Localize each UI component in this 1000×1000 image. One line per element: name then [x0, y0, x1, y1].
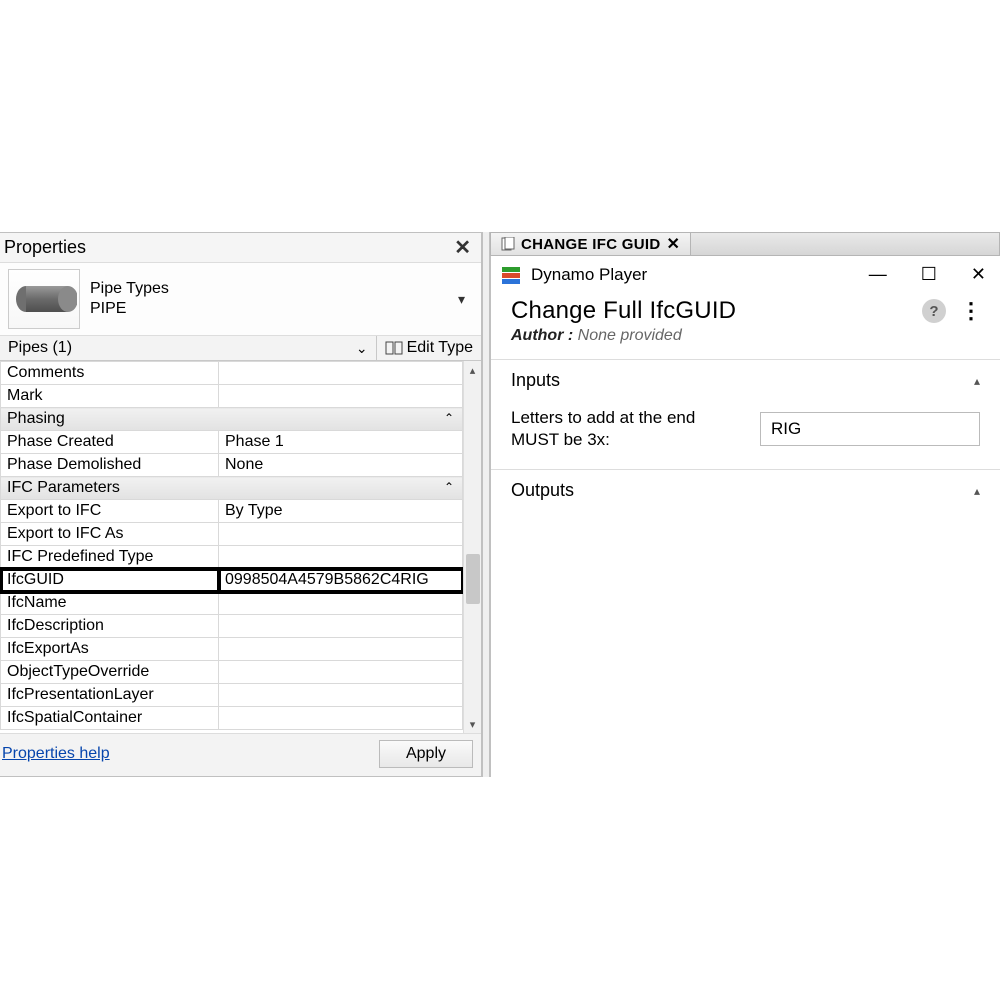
dynamo-logo-icon	[501, 265, 521, 285]
inputs-header[interactable]: Inputs ▴	[491, 360, 1000, 401]
properties-help-link[interactable]: Properties help	[2, 745, 110, 763]
table-row: IfcSpatialContainer	[1, 707, 463, 730]
tab-bar: CHANGE IFC GUID ✕	[490, 232, 1000, 256]
table-row: Phase DemolishedNone	[1, 454, 463, 477]
edit-type-button[interactable]: Edit Type	[377, 336, 481, 360]
table-row: IfcDescription	[1, 615, 463, 638]
edit-type-icon	[385, 339, 403, 357]
scrollbar[interactable]: ▴ ▾	[463, 361, 481, 733]
table-row: IfcExportAs	[1, 638, 463, 661]
element-filter-dropdown[interactable]: Pipes (1) ⌄	[0, 336, 377, 360]
author-line: Author : None provided	[491, 327, 1000, 359]
maximize-icon[interactable]: ☐	[921, 264, 937, 285]
close-icon[interactable]: ✕	[971, 264, 986, 285]
outputs-header[interactable]: Outputs ▴	[491, 470, 1000, 511]
table-row: Phase CreatedPhase 1	[1, 431, 463, 454]
chevron-up-icon: ▴	[974, 374, 980, 388]
tab-change-ifc-guid[interactable]: CHANGE IFC GUID ✕	[491, 233, 691, 255]
properties-grid: Comments Mark Phasing⌃ Phase CreatedPhas…	[0, 361, 463, 733]
script-title: Change Full IfcGUID	[511, 297, 922, 325]
chevron-up-icon: ▴	[974, 484, 980, 498]
table-row: Comments	[1, 362, 463, 385]
type-selector[interactable]: Pipe Types PIPE ▾	[0, 262, 481, 336]
group-header-phasing[interactable]: Phasing⌃	[1, 408, 463, 431]
window-title: Dynamo Player	[531, 265, 647, 285]
panel-divider[interactable]	[482, 232, 490, 777]
document-icon	[501, 237, 515, 251]
properties-panel: Properties ✕	[0, 232, 482, 777]
type-name-label: PIPE	[90, 299, 458, 319]
table-row: ObjectTypeOverride	[1, 661, 463, 684]
more-icon[interactable]: ⋮	[960, 298, 980, 324]
chevron-down-icon: ⌄	[356, 340, 368, 357]
input-label: Letters to add at the end MUST be 3x:	[511, 407, 740, 451]
scroll-down-icon[interactable]: ▾	[464, 715, 481, 733]
dynamo-player-window: Dynamo Player — ☐ ✕ Change Full IfcGUID …	[490, 256, 1000, 777]
letters-input[interactable]	[760, 412, 980, 446]
table-row: Export to IFCBy Type	[1, 500, 463, 523]
close-icon[interactable]: ✕	[448, 235, 477, 260]
table-row: Mark	[1, 385, 463, 408]
chevron-down-icon[interactable]: ▾	[458, 291, 473, 308]
table-row: IfcPresentationLayer	[1, 684, 463, 707]
help-icon[interactable]: ?	[922, 299, 946, 323]
close-icon[interactable]: ✕	[667, 234, 681, 254]
group-header-ifc-params[interactable]: IFC Parameters⌃	[1, 477, 463, 500]
table-row: IfcName	[1, 592, 463, 615]
type-family-label: Pipe Types	[90, 279, 458, 299]
row-ifcguid[interactable]: IfcGUID0998504A4579B5862C4RIG	[1, 569, 463, 592]
minimize-icon[interactable]: —	[869, 264, 887, 285]
table-row: IFC Predefined Type	[1, 546, 463, 569]
pipe-thumbnail-icon	[8, 269, 80, 329]
properties-title: Properties	[4, 237, 448, 258]
table-row: Export to IFC As	[1, 523, 463, 546]
scroll-up-icon[interactable]: ▴	[464, 361, 481, 379]
apply-button[interactable]: Apply	[379, 740, 473, 768]
scroll-thumb[interactable]	[466, 554, 480, 604]
